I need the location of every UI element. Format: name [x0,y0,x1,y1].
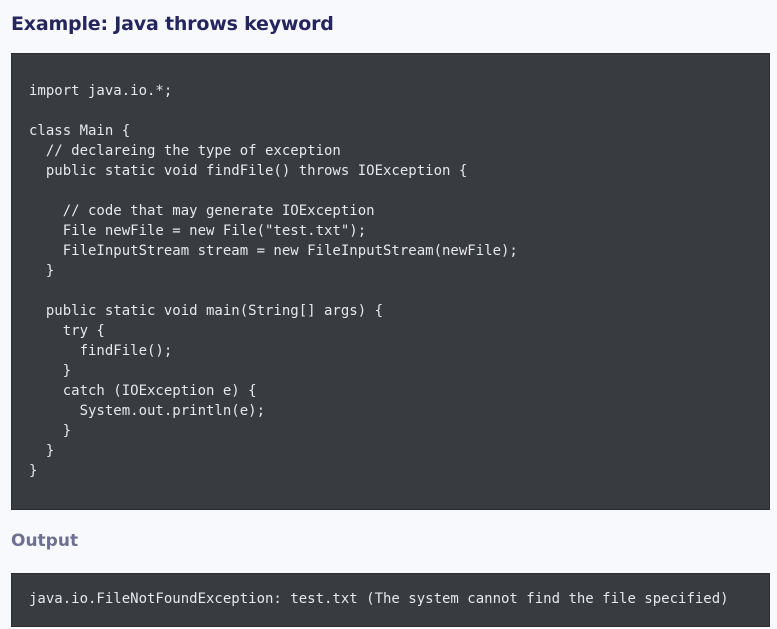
output-text[interactable]: java.io.FileNotFoundException: test.txt … [29,589,729,609]
code-text[interactable]: import java.io.*; class Main { // declar… [29,81,518,481]
code-panel[interactable]: import java.io.*; class Main { // declar… [11,53,770,510]
page: Example: Java throws keyword import java… [0,0,777,629]
output-title: Output [11,531,79,551]
example-title: Example: Java throws keyword [11,13,334,35]
output-panel[interactable]: java.io.FileNotFoundException: test.txt … [11,573,770,627]
